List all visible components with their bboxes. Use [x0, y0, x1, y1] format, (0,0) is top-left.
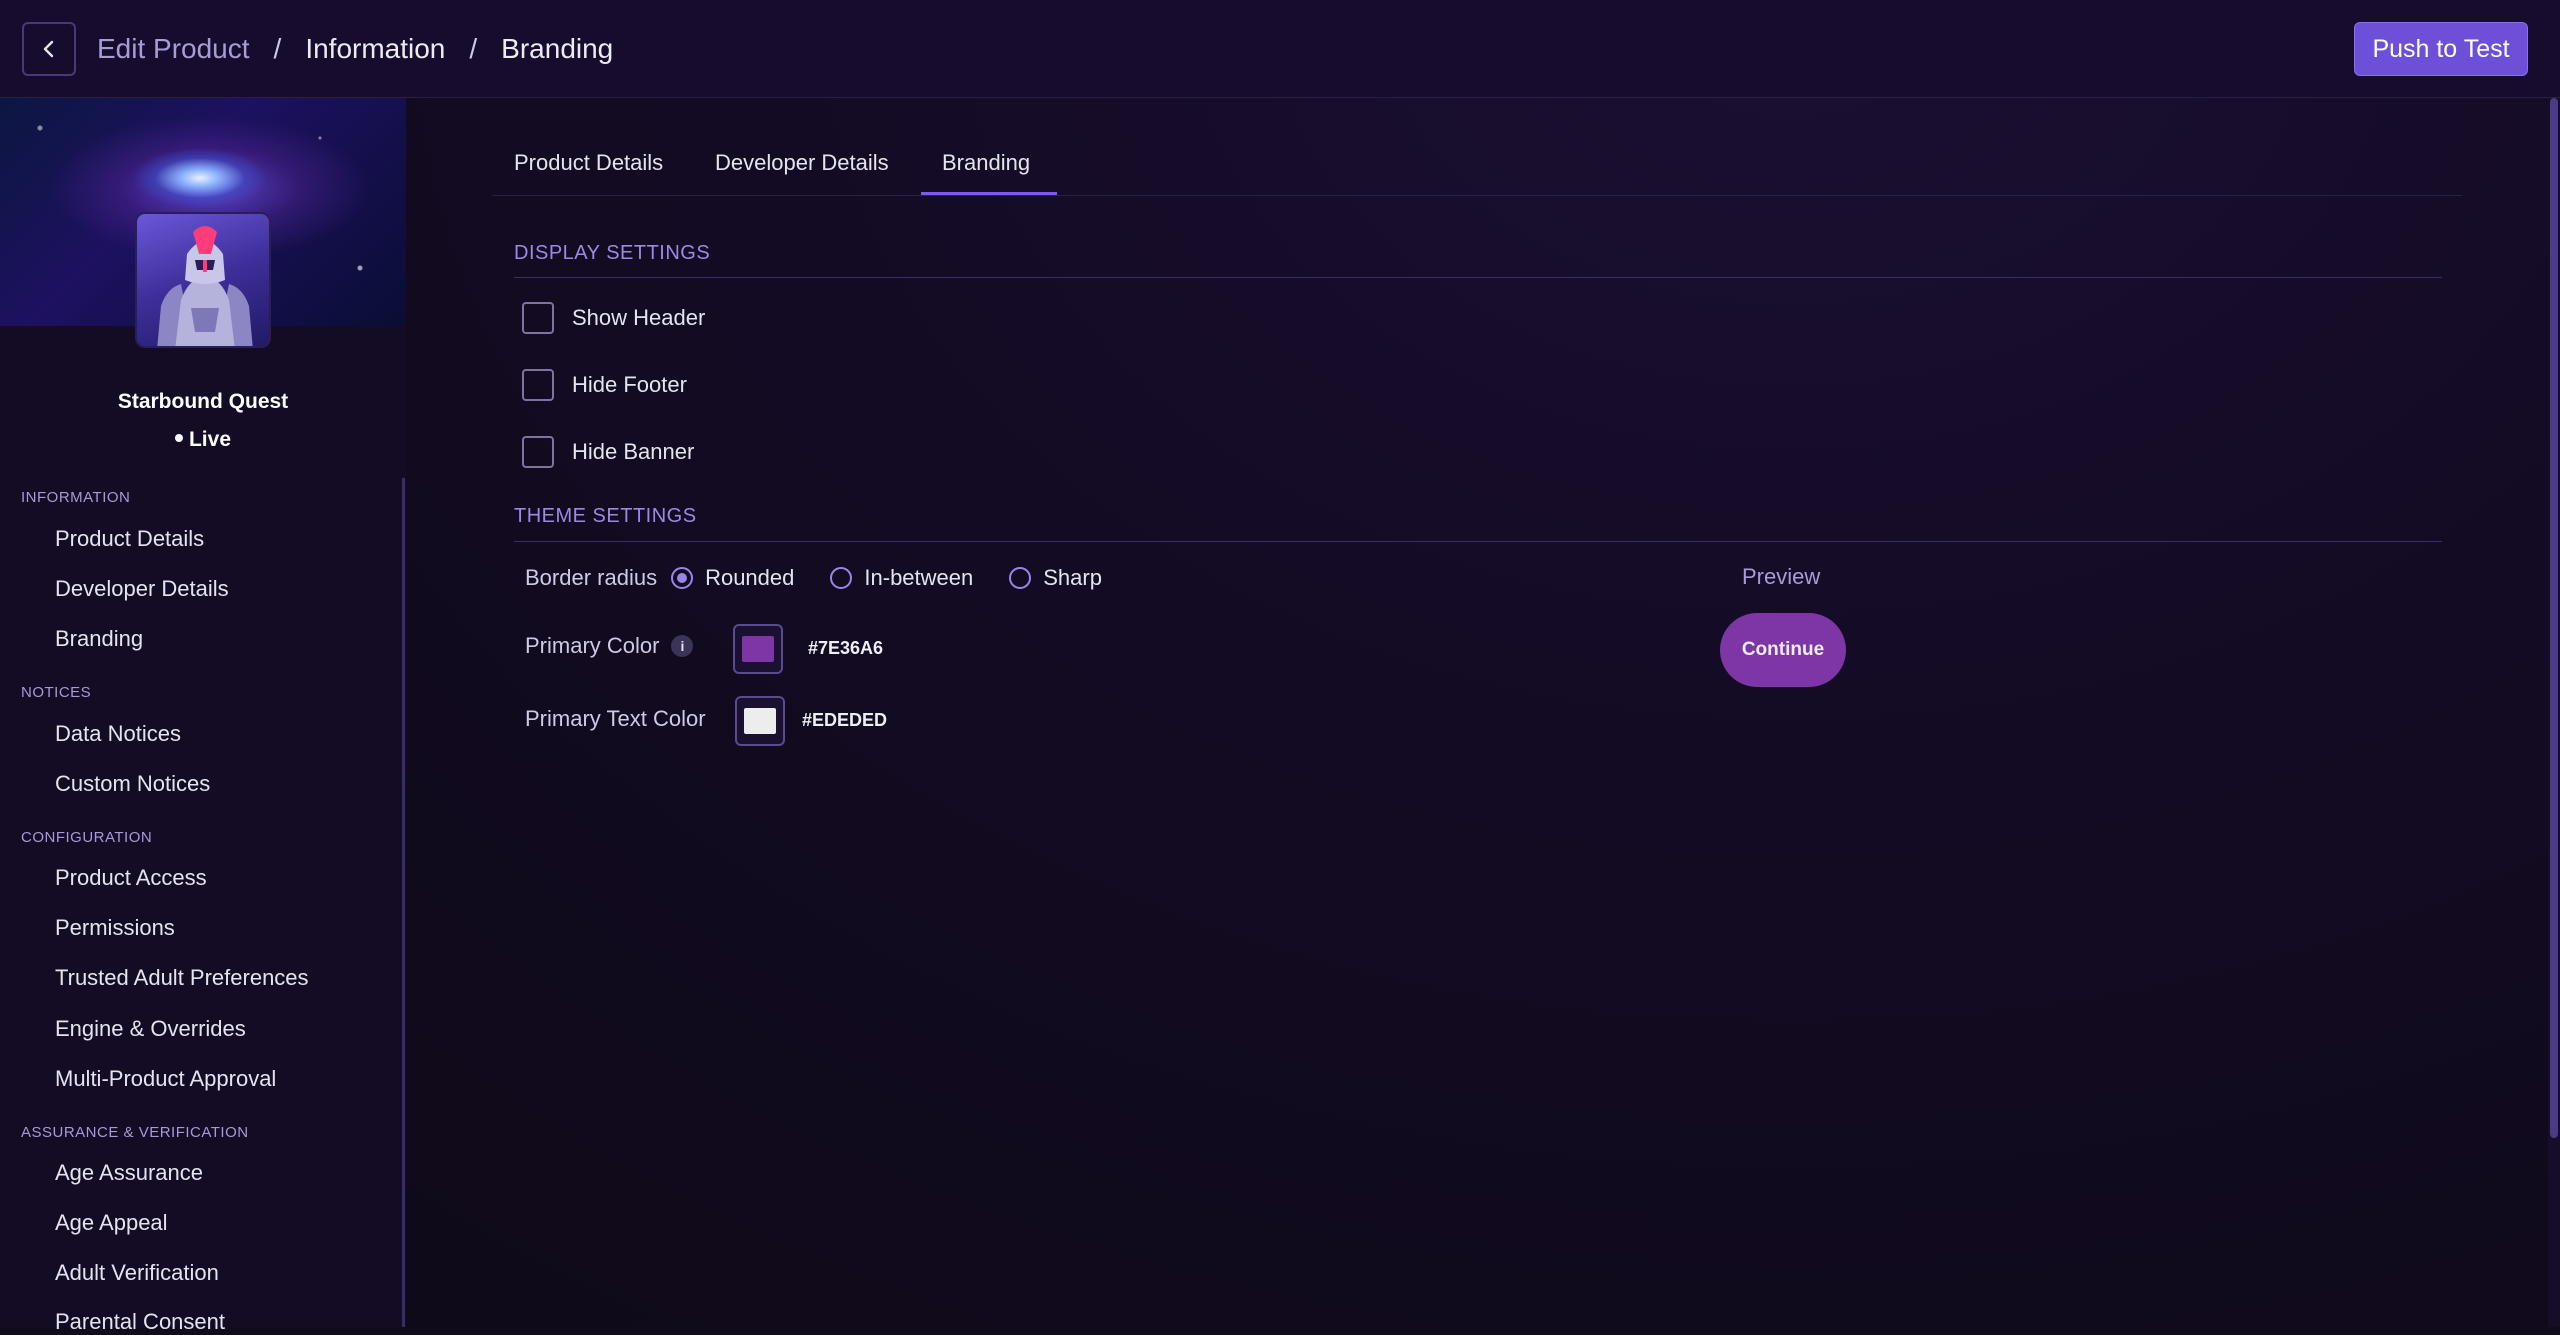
sidebar-divider — [402, 478, 405, 1327]
tab-bar: Product Details Developer Details Brandi… — [492, 98, 2462, 196]
nav-section-information: INFORMATION — [21, 489, 131, 506]
display-settings-heading: DISPLAY SETTINGS — [514, 242, 711, 264]
breadcrumb-separator: / — [469, 33, 478, 64]
radio-option-in-between[interactable]: In-between — [830, 565, 973, 591]
breadcrumb-separator: / — [273, 33, 282, 64]
radio-sharp-label: Sharp — [1043, 565, 1102, 590]
hide-banner-option: Hide Banner — [522, 436, 694, 468]
theme-settings-heading: THEME SETTINGS — [514, 505, 697, 527]
primary-color-picker[interactable] — [733, 624, 783, 674]
hide-banner-label: Hide Banner — [572, 439, 695, 464]
info-icon[interactable]: i — [671, 635, 694, 657]
primary-color-value: #7E36A6 — [808, 638, 884, 658]
continue-button[interactable]: Continue — [1720, 613, 1846, 687]
sidebar-item-data-notices[interactable]: Data Notices — [55, 721, 181, 747]
hide-footer-label: Hide Footer — [572, 372, 687, 397]
sidebar: Starbound Quest Live — [0, 98, 406, 1327]
breadcrumb: Edit Product / Information / Branding — [97, 26, 613, 72]
show-header-checkbox[interactable] — [522, 302, 554, 334]
sidebar-item-developer-details[interactable]: Developer Details — [55, 576, 229, 602]
sidebar-item-trusted-adult-preferences[interactable]: Trusted Adult Preferences — [55, 965, 309, 991]
tab-branding[interactable]: Branding — [942, 150, 1030, 176]
radio-option-rounded[interactable]: Rounded — [671, 565, 794, 591]
divider — [514, 541, 2442, 542]
sidebar-item-product-details[interactable]: Product Details — [55, 526, 204, 552]
top-bar: Edit Product / Information / Branding Pu… — [0, 0, 2560, 98]
preview-label: Preview — [1742, 564, 1821, 589]
sidebar-item-branding[interactable]: Branding — [55, 626, 143, 652]
primary-text-color-picker[interactable] — [735, 696, 785, 746]
divider — [514, 277, 2442, 278]
nav-section-notices: NOTICES — [21, 684, 92, 701]
status-dot-icon — [174, 434, 183, 443]
active-tab-indicator — [921, 192, 1057, 195]
border-radius-label: Border radius — [525, 565, 658, 590]
product-icon — [135, 212, 271, 348]
sidebar-item-multi-product-approval[interactable]: Multi-Product Approval — [55, 1066, 276, 1092]
radio-in-between-label: In-between — [864, 565, 974, 590]
primary-text-color-label: Primary Text Color — [525, 706, 706, 731]
sidebar-item-product-access[interactable]: Product Access — [55, 865, 207, 891]
back-button[interactable] — [22, 22, 76, 76]
breadcrumb-branding: Branding — [501, 33, 614, 64]
sidebar-item-permissions[interactable]: Permissions — [55, 915, 175, 941]
radio-in-between[interactable] — [830, 567, 853, 589]
radio-sharp[interactable] — [1009, 567, 1032, 589]
primary-color-row: Primary Color i — [525, 633, 694, 659]
sidebar-item-age-assurance[interactable]: Age Assurance — [55, 1160, 203, 1186]
border-radius-group: Border radius Rounded In-between Sharp — [525, 564, 1138, 592]
radio-rounded[interactable] — [671, 567, 694, 589]
hide-footer-option: Hide Footer — [522, 369, 687, 401]
show-header-option: Show Header — [522, 302, 705, 334]
product-status: Live — [0, 428, 406, 452]
tab-developer-details[interactable]: Developer Details — [715, 150, 889, 176]
hide-footer-checkbox[interactable] — [522, 369, 554, 401]
primary-color-label: Primary Color — [525, 633, 660, 658]
scrollbar-thumb[interactable] — [2550, 98, 2558, 1138]
breadcrumb-information[interactable]: Information — [305, 33, 445, 65]
sidebar-item-engine-overrides[interactable]: Engine & Overrides — [55, 1016, 246, 1042]
sidebar-item-age-appeal[interactable]: Age Appeal — [55, 1210, 168, 1236]
tab-product-details[interactable]: Product Details — [514, 150, 663, 176]
primary-text-color-value: #EDEDED — [802, 710, 888, 730]
hide-banner-checkbox[interactable] — [522, 436, 554, 468]
nav-section-assurance-verification: ASSURANCE & VERIFICATION — [21, 1124, 249, 1141]
show-header-label: Show Header — [572, 305, 706, 330]
chevron-left-icon — [43, 40, 54, 58]
push-to-test-button[interactable]: Push to Test — [2354, 22, 2528, 76]
nav-section-configuration: CONFIGURATION — [21, 829, 153, 846]
primary-text-color-swatch — [744, 708, 776, 734]
radio-rounded-label: Rounded — [705, 565, 795, 590]
knight-artwork-icon — [157, 226, 253, 346]
sidebar-item-parental-consent[interactable]: Parental Consent — [55, 1309, 225, 1335]
primary-text-color-row: Primary Text Color — [525, 706, 706, 732]
sidebar-item-custom-notices[interactable]: Custom Notices — [55, 771, 210, 797]
breadcrumb-edit-product[interactable]: Edit Product — [97, 33, 250, 65]
status-text: Live — [188, 428, 232, 451]
radio-option-sharp[interactable]: Sharp — [1009, 565, 1102, 591]
primary-color-swatch — [742, 636, 774, 662]
product-name: Starbound Quest — [117, 390, 289, 413]
sidebar-item-adult-verification[interactable]: Adult Verification — [55, 1260, 219, 1286]
